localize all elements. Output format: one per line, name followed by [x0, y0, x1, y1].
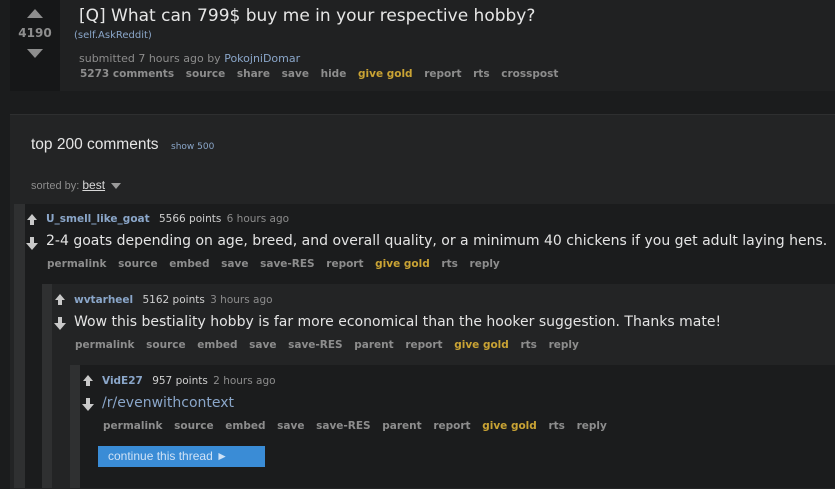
- report-link[interactable]: report: [326, 258, 363, 270]
- source-link[interactable]: source: [118, 258, 157, 270]
- post-score: 4190: [18, 26, 52, 40]
- give-gold-link[interactable]: give gold: [375, 258, 430, 270]
- save-res-link[interactable]: save-RES: [260, 258, 314, 270]
- comment-author[interactable]: wvtarheel: [74, 294, 133, 306]
- hide-link[interactable]: hide: [321, 68, 347, 80]
- embed-link[interactable]: embed: [197, 339, 237, 351]
- submitted-text: submitted 7 hours ago by: [79, 52, 221, 65]
- rts-link[interactable]: rts: [548, 420, 564, 432]
- downvote-icon[interactable]: [82, 398, 94, 411]
- save-res-link[interactable]: save-RES: [316, 420, 370, 432]
- post-domain[interactable]: (self.AskReddit): [74, 30, 152, 41]
- upvote-icon[interactable]: [27, 9, 43, 18]
- report-link[interactable]: report: [424, 68, 461, 80]
- sort-dropdown[interactable]: best: [82, 178, 105, 192]
- give-gold-link[interactable]: give gold: [454, 339, 509, 351]
- comment-points: 5566 points: [159, 213, 222, 225]
- post-submitted-info: submitted 7 hours ago by PokojniDomar: [79, 52, 300, 65]
- reply-link[interactable]: reply: [549, 339, 579, 351]
- thread-line: [14, 204, 25, 488]
- give-gold-link[interactable]: give gold: [482, 420, 537, 432]
- report-link[interactable]: report: [405, 339, 442, 351]
- post-vote-column: 4190: [10, 0, 60, 91]
- thread-line: [70, 365, 80, 488]
- comment-body: Wow this bestiality hobby is far more ec…: [74, 314, 722, 330]
- comment-tagline: wvtarheel 5162 points 3 hours ago: [74, 294, 273, 306]
- comment-time: 6 hours ago: [226, 213, 290, 225]
- save-link[interactable]: save: [277, 420, 304, 432]
- downvote-icon[interactable]: [27, 49, 43, 58]
- continue-thread-button[interactable]: continue this thread ►: [98, 446, 265, 467]
- parent-link[interactable]: parent: [382, 420, 421, 432]
- show-more-link[interactable]: show 500: [171, 142, 214, 152]
- embed-link[interactable]: embed: [169, 258, 209, 270]
- comment-actions: permalink source embed save save-RES rep…: [47, 258, 508, 270]
- downvote-icon[interactable]: [26, 237, 38, 250]
- source-link[interactable]: source: [174, 420, 213, 432]
- comment-tagline: U_smell_like_goat 5566 points 6 hours ag…: [46, 213, 289, 225]
- post-actions: 5273 comments source share save hide giv…: [80, 68, 566, 80]
- permalink-link[interactable]: permalink: [47, 258, 107, 270]
- save-res-link[interactable]: save-RES: [288, 339, 342, 351]
- post-title[interactable]: [Q] What can 799$ buy me in your respect…: [79, 6, 535, 26]
- downvote-icon[interactable]: [54, 317, 66, 330]
- comments-title: top 200 comments: [31, 136, 159, 153]
- sort-menu: sorted by: best: [31, 178, 122, 192]
- rts-link[interactable]: rts: [473, 68, 489, 80]
- comment-body-link[interactable]: /r/evenwithcontext: [102, 395, 234, 411]
- rts-link[interactable]: rts: [441, 258, 457, 270]
- give-gold-link[interactable]: give gold: [358, 68, 413, 80]
- post-header: 4190 [Q] What can 799$ buy me in your re…: [10, 0, 835, 91]
- comment-points: 5162 points: [142, 294, 205, 306]
- source-link[interactable]: source: [146, 339, 185, 351]
- share-link[interactable]: share: [237, 68, 270, 80]
- comment-body: 2-4 goats depending on age, breed, and o…: [46, 233, 828, 249]
- upvote-icon[interactable]: [27, 214, 37, 225]
- comment-actions: permalink source embed save save-RES par…: [75, 339, 587, 351]
- save-link[interactable]: save: [221, 258, 248, 270]
- sort-label: sorted by:: [31, 180, 80, 192]
- parent-link[interactable]: parent: [354, 339, 393, 351]
- source-link[interactable]: source: [186, 68, 225, 80]
- comment-time: 2 hours ago: [213, 375, 276, 387]
- upvote-icon[interactable]: [55, 294, 65, 305]
- post-author-link[interactable]: PokojniDomar: [224, 52, 300, 65]
- comment-actions: permalink source embed save save-RES par…: [103, 420, 615, 432]
- crosspost-link[interactable]: crosspost: [501, 68, 558, 80]
- thread-line: [42, 284, 52, 488]
- comment-points: 957 points: [152, 375, 208, 387]
- reply-link[interactable]: reply: [470, 258, 500, 270]
- embed-link[interactable]: embed: [225, 420, 265, 432]
- comments-link[interactable]: 5273 comments: [80, 68, 174, 80]
- upvote-icon[interactable]: [83, 375, 93, 386]
- permalink-link[interactable]: permalink: [103, 420, 163, 432]
- comment-author[interactable]: VidE27: [102, 375, 143, 387]
- reply-link[interactable]: reply: [577, 420, 607, 432]
- permalink-link[interactable]: permalink: [75, 339, 135, 351]
- comment-author[interactable]: U_smell_like_goat: [46, 213, 150, 225]
- save-link[interactable]: save: [249, 339, 276, 351]
- rts-link[interactable]: rts: [520, 339, 536, 351]
- save-link[interactable]: save: [282, 68, 309, 80]
- chevron-down-icon[interactable]: [111, 183, 122, 190]
- comment-time: 3 hours ago: [210, 294, 273, 306]
- report-link[interactable]: report: [433, 420, 470, 432]
- comment-tagline: VidE27 957 points 2 hours ago: [102, 375, 276, 387]
